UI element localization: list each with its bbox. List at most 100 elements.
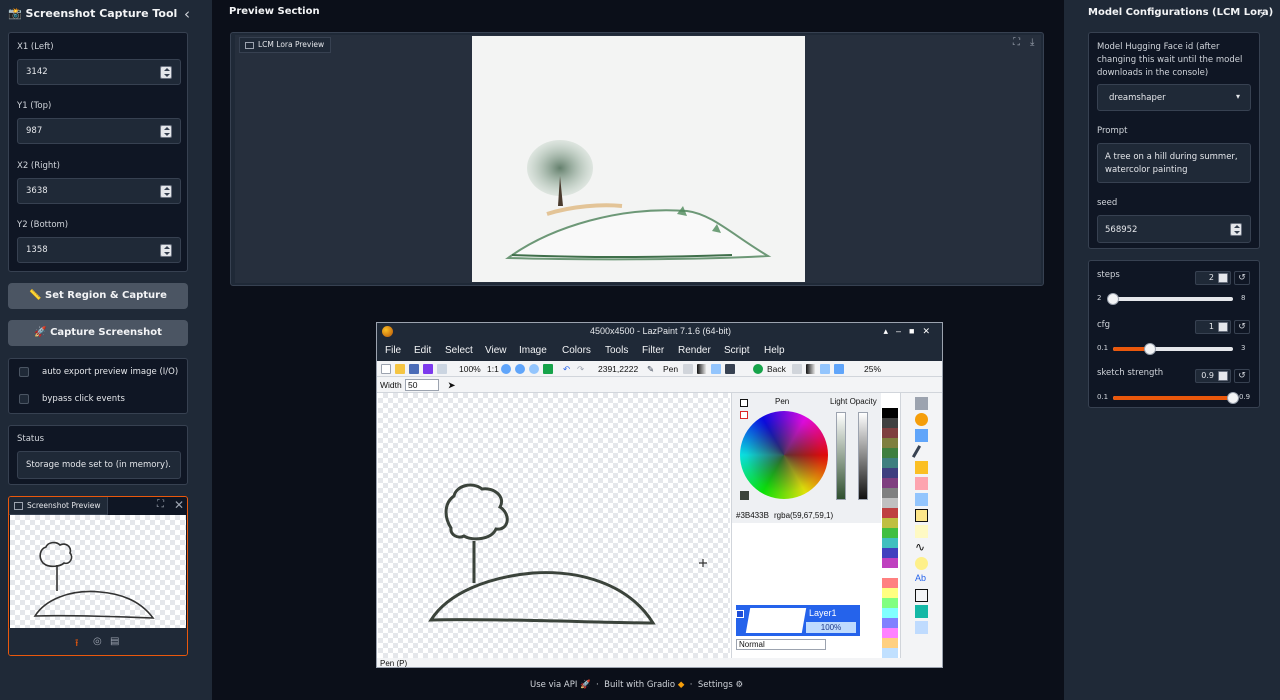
menu-select[interactable]: Select: [445, 345, 473, 356]
cursor-tool-icon[interactable]: ➤: [448, 380, 455, 391]
steps-reset-icon[interactable]: ↺: [1234, 271, 1250, 285]
phong-icon[interactable]: [915, 621, 928, 634]
y2-input[interactable]: 1358: [17, 237, 181, 263]
copy-icon[interactable]: [437, 364, 447, 374]
menu-script[interactable]: Script: [724, 345, 750, 356]
x1-spinner[interactable]: [160, 66, 172, 79]
current-color-swatch[interactable]: [740, 491, 749, 500]
close-icon[interactable]: ✕: [922, 326, 938, 336]
new-file-icon[interactable]: [381, 364, 391, 374]
palette-swatch[interactable]: [882, 448, 898, 458]
sketch-strength-input[interactable]: 0.9: [1195, 369, 1231, 383]
palette-swatch[interactable]: [882, 538, 898, 548]
fullscreen-icon[interactable]: ⛶: [1013, 37, 1020, 48]
menu-colors[interactable]: Colors: [562, 345, 591, 356]
collapse-right-icon[interactable]: ›: [1259, 5, 1273, 23]
zoom-fit-icon[interactable]: [529, 364, 539, 374]
antialias-icon[interactable]: [683, 364, 693, 374]
save-as-icon[interactable]: [423, 364, 433, 374]
palette-swatch[interactable]: [882, 638, 898, 648]
fill-icon[interactable]: [725, 364, 735, 374]
select-rect-icon[interactable]: [915, 397, 928, 410]
palette-swatch[interactable]: [882, 558, 898, 568]
open-folder-icon[interactable]: [395, 364, 405, 374]
zoom-out-icon[interactable]: [515, 364, 525, 374]
palette-swatch[interactable]: [882, 478, 898, 488]
y1-spinner[interactable]: [160, 125, 172, 138]
menu-image[interactable]: Image: [519, 345, 547, 356]
hand-icon[interactable]: [915, 413, 928, 426]
rectangle-icon[interactable]: [915, 525, 928, 538]
cfg-spinner[interactable]: [1218, 322, 1228, 332]
blue-fill-icon[interactable]: [834, 364, 844, 374]
prompt-textarea[interactable]: A tree on a hill during summer, watercol…: [1097, 143, 1251, 183]
palette-swatch[interactable]: [882, 628, 898, 638]
palette-swatch[interactable]: [882, 528, 898, 538]
cursor-select-icon[interactable]: [915, 509, 928, 522]
zoom-value[interactable]: 100%: [459, 364, 481, 374]
menu-tools[interactable]: Tools: [605, 345, 628, 356]
palette-swatch[interactable]: [882, 608, 898, 618]
x2-input[interactable]: 3638: [17, 178, 181, 204]
collapse-left-icon[interactable]: ‹: [184, 5, 198, 23]
lazpaint-titlebar[interactable]: 4500x4500 - LazPaint 7.1.6 (64-bit) ▴–■✕: [377, 323, 942, 341]
layer-opacity[interactable]: 100%: [806, 622, 856, 633]
webcam-icon[interactable]: ◎: [93, 636, 102, 647]
opacity-value[interactable]: 25%: [864, 364, 881, 374]
menu-help[interactable]: Help: [764, 345, 785, 356]
y2-spinner[interactable]: [160, 244, 172, 257]
model-dropdown[interactable]: dreamshaper ▾: [1097, 84, 1251, 111]
palette-swatch[interactable]: [882, 588, 898, 598]
cfg-input[interactable]: 1: [1195, 320, 1231, 334]
fullscreen-icon[interactable]: ⛶: [157, 499, 164, 510]
capture-screenshot-button[interactable]: 🚀 Capture Screenshot: [8, 320, 188, 346]
save-icon[interactable]: [409, 364, 419, 374]
built-with-gradio-link[interactable]: Built with Gradio ◆: [604, 680, 684, 690]
palette-swatch[interactable]: [882, 408, 898, 418]
palette-swatch[interactable]: [882, 438, 898, 448]
pen-icon[interactable]: [911, 445, 922, 458]
grid-icon[interactable]: [915, 589, 928, 602]
redo-icon[interactable]: ↷: [577, 364, 584, 375]
palette-swatch[interactable]: [882, 458, 898, 468]
steps-slider[interactable]: [1113, 297, 1233, 301]
x2-spinner[interactable]: [160, 185, 172, 198]
menu-render[interactable]: Render: [678, 345, 711, 356]
fill-bucket-icon[interactable]: [915, 493, 928, 506]
steps-input[interactable]: 2: [1195, 271, 1231, 285]
menu-edit[interactable]: Edit: [414, 345, 431, 356]
y1-input[interactable]: 987: [17, 118, 181, 144]
palette-swatch[interactable]: [882, 598, 898, 608]
sketch-strength-reset-icon[interactable]: ↺: [1234, 369, 1250, 383]
palette-swatch[interactable]: [882, 418, 898, 428]
layer-item[interactable]: Layer1 100%: [736, 605, 860, 636]
color-wheel[interactable]: [740, 411, 828, 499]
maximize-icon[interactable]: ■: [909, 326, 922, 336]
sketch-strength-slider-thumb[interactable]: [1227, 392, 1239, 404]
palette-swatch[interactable]: [882, 618, 898, 628]
steps-spinner[interactable]: [1218, 273, 1228, 283]
download-icon[interactable]: ⤓: [1030, 37, 1034, 48]
zoom-in-icon[interactable]: [501, 364, 511, 374]
gradient2-icon[interactable]: [806, 364, 816, 374]
ellipse-icon[interactable]: [915, 557, 928, 570]
gradient-icon[interactable]: [697, 364, 707, 374]
restore-icon[interactable]: ▴: [883, 326, 896, 336]
text-icon[interactable]: Ab: [915, 573, 928, 586]
light-slider[interactable]: [836, 412, 846, 500]
curve-icon[interactable]: ∿: [915, 541, 928, 554]
back-color-icon[interactable]: [753, 364, 763, 374]
menu-view[interactable]: View: [485, 345, 507, 356]
upload-icon[interactable]: ⭱: [75, 636, 79, 653]
palette-swatch[interactable]: [882, 518, 898, 528]
texture-icon[interactable]: [711, 364, 721, 374]
swap-color-icon[interactable]: [740, 411, 748, 419]
palette-swatch[interactable]: [882, 498, 898, 508]
set-region-button[interactable]: 📏 Set Region & Capture: [8, 283, 188, 309]
palette-swatch[interactable]: [882, 568, 898, 578]
palette-swatch[interactable]: [882, 648, 898, 658]
cfg-reset-icon[interactable]: ↺: [1234, 320, 1250, 334]
layers-icon[interactable]: [543, 364, 553, 374]
blend-mode-select[interactable]: Normal: [736, 639, 826, 650]
undo-icon[interactable]: ↶: [563, 364, 570, 375]
